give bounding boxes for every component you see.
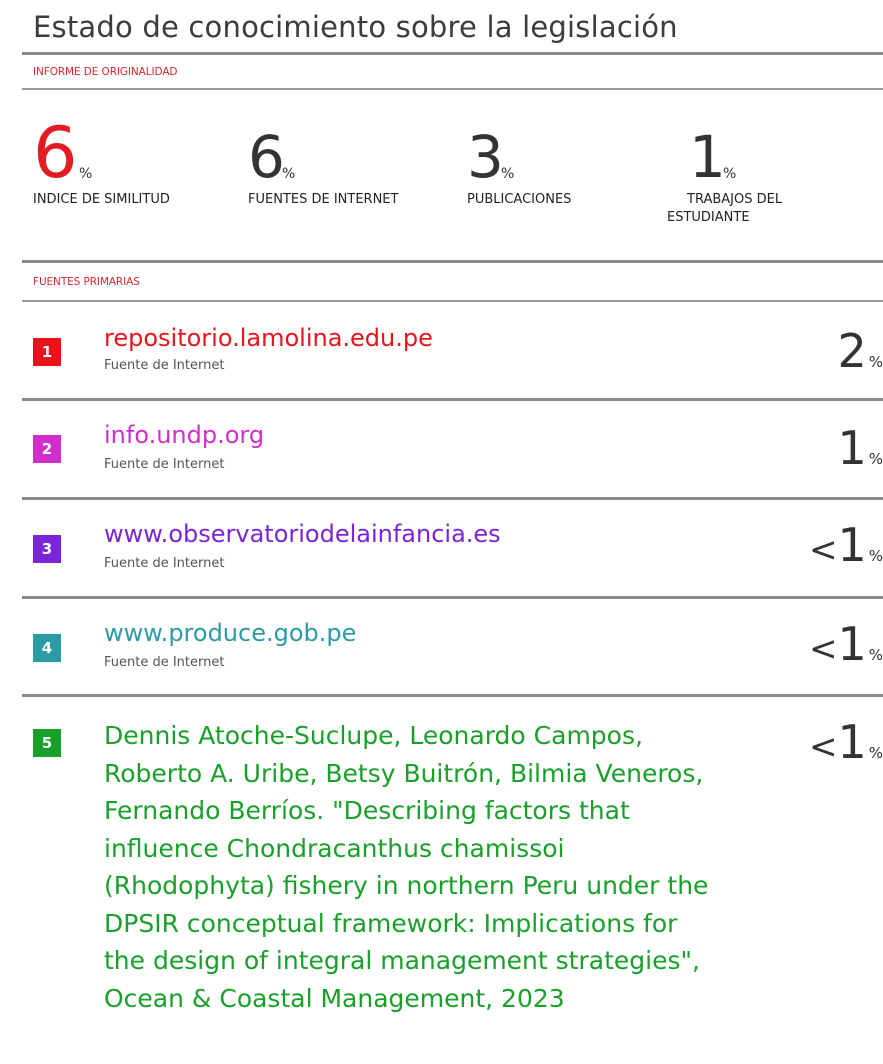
source-match-percent: 2% — [837, 324, 883, 378]
stat-label: INDICE DE SIMILITUD — [33, 192, 170, 207]
stat-unit: % — [79, 166, 93, 182]
source-row-4: 4 www.produce.gob.pe Fuente de Internet … — [0, 599, 883, 697]
stat-unit: % — [723, 166, 737, 182]
source-type: Fuente de Internet — [104, 457, 225, 472]
source-type: Fuente de Internet — [104, 556, 225, 571]
source-rank-badge: 4 — [33, 634, 61, 662]
source-match-percent: <1% — [808, 617, 883, 671]
source-row-3: 3 www.observatoriodelainfancia.es Fuente… — [0, 500, 883, 598]
divider — [22, 260, 883, 263]
stat-value: 6 — [248, 123, 285, 191]
source-rank-badge: 1 — [33, 338, 61, 366]
source-citation-link[interactable]: Dennis Atoche-Suclupe, Leonardo Campos, … — [104, 717, 714, 1017]
source-rank-badge: 5 — [33, 729, 61, 757]
stat-unit: % — [501, 166, 515, 182]
source-rank-badge: 3 — [33, 535, 61, 563]
source-match-percent: <1% — [808, 518, 883, 572]
stat-unit: % — [282, 166, 296, 182]
divider — [22, 52, 883, 55]
stat-label: FUENTES DE INTERNET — [248, 192, 399, 207]
stat-label: TRABAJOS DEL ESTUDIANTE — [667, 192, 783, 225]
stat-value: 6 — [33, 112, 78, 194]
source-row-5: 5 Dennis Atoche-Suclupe, Leonardo Campos… — [0, 697, 883, 1064]
source-type: Fuente de Internet — [104, 655, 225, 670]
source-title-link[interactable]: info.undp.org — [104, 421, 264, 449]
source-type: Fuente de Internet — [104, 358, 225, 373]
report-title: Estado de conocimiento sobre la legislac… — [33, 10, 678, 44]
stat-label: PUBLICACIONES — [467, 192, 572, 207]
originality-report-label: INFORME DE ORIGINALIDAD — [33, 66, 178, 78]
source-title-link[interactable]: www.produce.gob.pe — [104, 619, 356, 647]
source-match-percent: <1% — [808, 715, 883, 769]
source-row-1: 1 repositorio.lamolina.edu.pe Fuente de … — [0, 302, 883, 400]
source-rank-badge: 2 — [33, 435, 61, 463]
divider — [22, 88, 883, 90]
source-title-link[interactable]: repositorio.lamolina.edu.pe — [104, 324, 433, 352]
stat-value: 3 — [467, 123, 504, 191]
source-title-link[interactable]: www.observatoriodelainfancia.es — [104, 520, 501, 548]
primary-sources-label: FUENTES PRIMARIAS — [33, 276, 140, 288]
source-row-2: 2 info.undp.org Fuente de Internet 1% — [0, 401, 883, 499]
source-match-percent: 1% — [837, 421, 883, 475]
stat-value: 1 — [689, 123, 726, 191]
